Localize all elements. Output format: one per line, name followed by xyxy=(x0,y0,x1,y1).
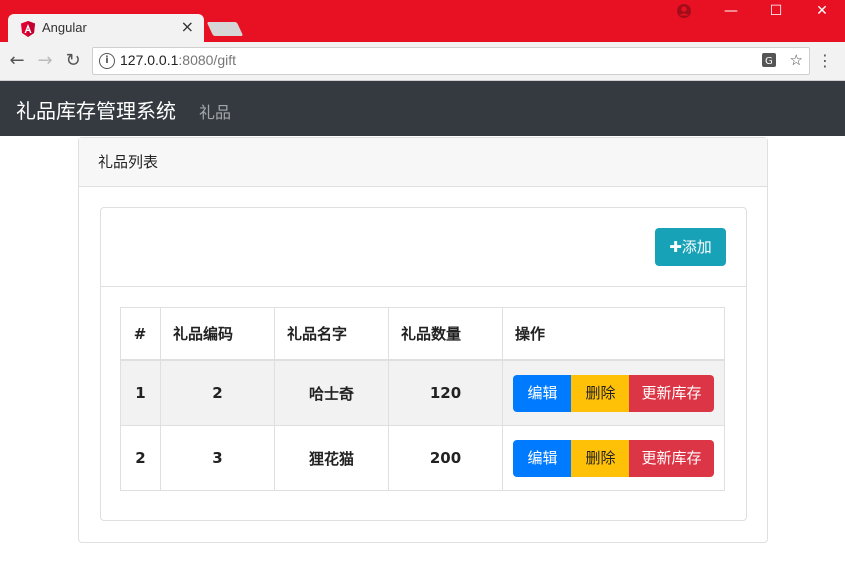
gift-name: 哈士奇 xyxy=(274,359,389,426)
gift-code: 2 xyxy=(160,359,275,426)
add-button[interactable]: ✚添加 xyxy=(655,228,726,266)
delete-button[interactable]: 删除 xyxy=(571,374,630,412)
edit-button[interactable]: 编辑 xyxy=(513,374,572,412)
gift-quantity: 200 xyxy=(388,425,503,491)
menu-icon[interactable]: ⋮ xyxy=(817,51,833,70)
table-header-row: # 礼品编码 礼品名字 礼品数量 操作 xyxy=(120,307,725,361)
column-header: 礼品名字 xyxy=(274,307,389,361)
add-button-label: 添加 xyxy=(681,238,712,256)
update-stock-button[interactable]: 更新库存 xyxy=(629,374,714,412)
angular-icon xyxy=(21,21,35,37)
row-actions: 编辑 删除 更新库存 xyxy=(502,359,725,426)
card-title: 礼品列表 xyxy=(79,138,767,187)
row-index: 1 xyxy=(120,359,161,426)
nav-link-gift[interactable]: 礼品 xyxy=(199,99,231,123)
new-tab-button[interactable] xyxy=(206,22,244,36)
column-header: 礼品数量 xyxy=(388,307,503,361)
plus-icon: ✚ xyxy=(669,238,682,256)
address-bar[interactable]: i 127.0.0.1:8080/gift G ☆ xyxy=(92,47,810,75)
table-row: 2 3 狸花猫 200 编辑 删除 更新库存 xyxy=(120,425,725,491)
gift-name: 狸花猫 xyxy=(274,425,389,491)
minimize-button[interactable]: — xyxy=(708,0,754,24)
gift-code: 3 xyxy=(160,425,275,491)
browser-tab[interactable]: Angular × xyxy=(8,14,204,42)
browser-toolbar: ← → ↻ i 127.0.0.1:8080/gift G ☆ ⋮ xyxy=(0,42,845,81)
app-navbar: 礼品库存管理系统 礼品 xyxy=(0,81,845,136)
gift-quantity: 120 xyxy=(388,359,503,426)
update-stock-button[interactable]: 更新库存 xyxy=(629,439,714,477)
maximize-button[interactable]: ☐ xyxy=(753,0,799,24)
app-brand[interactable]: 礼品库存管理系统 xyxy=(16,95,176,124)
panel-toolbar: ✚添加 xyxy=(101,208,746,287)
tab-close-icon[interactable]: × xyxy=(181,17,194,36)
url-text: 127.0.0.1:8080/gift xyxy=(120,52,236,68)
url-path: :8080/gift xyxy=(178,52,236,68)
column-header: # xyxy=(120,307,161,361)
close-window-button[interactable]: ✕ xyxy=(799,0,845,24)
gift-table: # 礼品编码 礼品名字 礼品数量 操作 1 2 哈士奇 120 编辑 删除 更新库存… xyxy=(120,307,725,491)
row-index: 2 xyxy=(120,425,161,491)
back-arrow-icon[interactable]: ← xyxy=(6,50,28,72)
row-actions: 编辑 删除 更新库存 xyxy=(502,425,725,491)
browser-titlebar: Angular × — ☐ ✕ xyxy=(0,0,845,42)
translate-icon[interactable]: G xyxy=(761,52,777,72)
tab-title: Angular xyxy=(42,20,87,35)
svg-text:G: G xyxy=(765,56,773,67)
delete-button[interactable]: 删除 xyxy=(571,439,630,477)
url-host: 127.0.0.1 xyxy=(120,52,179,68)
reload-icon[interactable]: ↻ xyxy=(62,50,84,72)
table-row: 1 2 哈士奇 120 编辑 删除 更新库存 xyxy=(120,359,725,426)
edit-button[interactable]: 编辑 xyxy=(513,439,572,477)
forward-arrow-icon[interactable]: → xyxy=(34,50,56,72)
bookmark-star-icon[interactable]: ☆ xyxy=(790,51,803,69)
info-icon[interactable]: i xyxy=(99,53,115,69)
profile-icon[interactable] xyxy=(676,3,692,19)
column-header: 礼品编码 xyxy=(160,307,275,361)
gift-list-card: 礼品列表 ✚添加 # 礼品编码 礼品名字 礼品数量 操作 1 2 哈士奇 120 xyxy=(78,137,768,543)
column-header: 操作 xyxy=(502,307,725,361)
